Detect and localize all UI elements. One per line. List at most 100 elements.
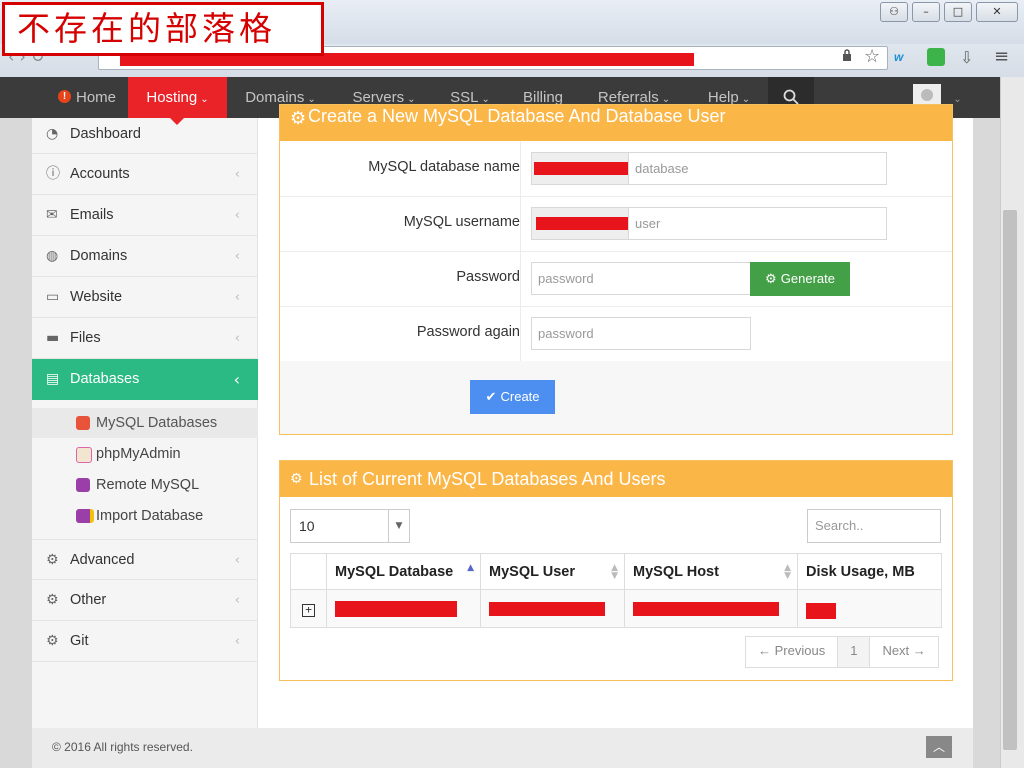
db-name-row: MySQL database name database	[280, 141, 952, 197]
scroll-to-top-button[interactable]: ︿	[926, 736, 952, 758]
sidebar-subitem-phpmyadmin[interactable]: phpMyAdmin	[32, 439, 258, 469]
browser-menu-icon[interactable]: ≡	[994, 46, 1009, 67]
sort-icon: ▲ ▼	[784, 563, 791, 581]
sidebar-item-website[interactable]: ▭ Website ‹	[32, 277, 258, 318]
password-row: Password password	[280, 251, 952, 307]
search-icon	[783, 89, 799, 105]
maximize-button[interactable]: □	[944, 2, 972, 22]
envelope-icon: ✉	[46, 207, 58, 223]
column-header-disk-usage[interactable]: Disk Usage, MB	[797, 553, 942, 590]
bookmark-star-icon[interactable]: ☆	[864, 46, 880, 67]
pagination-previous[interactable]: ← Previous	[746, 637, 839, 667]
page-size-select[interactable]: 10 ▼	[290, 509, 410, 543]
chevron-left-icon: ‹	[234, 208, 240, 223]
scrollbar-thumb[interactable]	[1003, 210, 1017, 750]
chevron-left-icon: ‹	[233, 370, 240, 389]
database-list-panel: ⚙ List of Current MySQL Databases And Us…	[279, 460, 953, 681]
generate-button[interactable]: ⚙ Generate	[750, 262, 850, 296]
gears-icon: ⚙	[46, 552, 59, 568]
create-panel-title: Create a New MySQL Database And Database…	[308, 106, 726, 126]
window-controls: ⚇ – □ ✕	[880, 2, 1018, 22]
chevron-left-icon: ‹	[234, 167, 240, 182]
column-header-mysql-user[interactable]: MySQL User ▲ ▼	[480, 553, 625, 590]
gear-icon: ⚙	[765, 272, 781, 287]
db-name-label: MySQL database name	[368, 159, 520, 175]
username-label: MySQL username	[403, 214, 520, 230]
sidebar-subitem-mysql-databases[interactable]: MySQL Databases	[32, 408, 258, 438]
password-input[interactable]: password	[531, 262, 751, 295]
sidebar-subitem-import-database[interactable]: Import Database	[32, 501, 258, 531]
chevron-left-icon: ‹	[234, 331, 240, 346]
chevron-down-icon: ⌄	[200, 94, 209, 105]
extension-green-icon[interactable]	[927, 48, 945, 66]
download-extension-icon[interactable]: ⇩	[960, 48, 973, 67]
username-row: MySQL username user	[280, 196, 952, 252]
prefix-redaction	[534, 162, 628, 175]
sidebar-item-git[interactable]: ⚙ Git ‹	[32, 621, 258, 662]
create-button[interactable]: ✔ Create	[470, 380, 555, 414]
database-import-icon	[76, 509, 94, 523]
extension-w-icon[interactable]: w	[894, 50, 903, 64]
username-input[interactable]: user	[628, 207, 887, 240]
archive-icon: ▤	[46, 371, 60, 387]
active-nav-pointer	[170, 118, 184, 125]
chevron-left-icon: ‹	[234, 634, 240, 649]
prefix-redaction	[536, 217, 628, 230]
chevron-up-icon: ︿	[932, 740, 945, 754]
close-button[interactable]: ✕	[976, 2, 1018, 22]
database-cell	[326, 589, 481, 628]
sidebar-item-domains[interactable]: ◍ Domains ‹	[32, 236, 258, 277]
minimize-button[interactable]: –	[912, 2, 940, 22]
sidebar: ◔ Dashboard ⓘ Accounts ‹ ✉ Emails ‹ ◍ Domains ‹…	[32, 118, 258, 728]
check-icon: ✔	[485, 390, 501, 405]
password-again-input[interactable]: password	[531, 317, 751, 350]
sort-icon: ▲ ▼	[611, 563, 618, 581]
phpmyadmin-icon	[76, 447, 92, 463]
user-icon[interactable]: ⚇	[880, 2, 908, 22]
gears-icon: ⚙	[290, 471, 303, 487]
expand-plus-icon[interactable]: +	[302, 603, 315, 617]
expand-column-header	[290, 553, 327, 590]
form-actions	[280, 361, 952, 434]
sidebar-item-databases[interactable]: ▤ Databases ‹	[32, 359, 258, 400]
host-cell	[624, 589, 798, 628]
folder-icon: ▬	[46, 330, 60, 346]
nav-home[interactable]: ! Home	[36, 77, 138, 118]
cell-redaction	[633, 601, 779, 616]
column-header-mysql-database[interactable]: MySQL Database ▲	[326, 553, 481, 590]
watermark-banner: 不存在的部落格	[2, 2, 324, 56]
caret-down-icon: ▼	[388, 510, 409, 542]
sidebar-item-other[interactable]: ⚙ Other ‹	[32, 580, 258, 621]
password-label: Password	[456, 269, 520, 285]
column-header-mysql-host[interactable]: MySQL Host ▲ ▼	[624, 553, 798, 590]
lock-icon	[842, 49, 852, 65]
table-row: +	[290, 589, 942, 628]
sidebar-item-accounts[interactable]: ⓘ Accounts ‹	[32, 154, 258, 195]
sidebar-item-files[interactable]: ▬ Files ‹	[32, 318, 258, 359]
sidebar-item-dashboard[interactable]: ◔ Dashboard	[32, 118, 258, 154]
db-name-input[interactable]: database	[628, 152, 887, 185]
pagination: ← Previous 1 Next →	[745, 636, 939, 668]
info-icon: ⓘ	[46, 166, 60, 182]
databases-table: MySQL Database ▲ MySQL User ▲ ▼ MySQL Hos…	[290, 553, 942, 628]
table-search-input[interactable]: Search..	[807, 509, 941, 543]
pagination-page[interactable]: 1	[838, 637, 871, 667]
chevron-left-icon: ‹	[234, 593, 240, 608]
sidebar-subitem-remote-mysql[interactable]: Remote MySQL	[32, 470, 258, 500]
user-cell	[480, 589, 625, 628]
expand-cell[interactable]: +	[290, 589, 327, 628]
sidebar-item-advanced[interactable]: ⚙ Advanced ‹	[32, 539, 258, 580]
dashboard-icon: ◔	[46, 126, 59, 142]
gears-icon: ⚙	[46, 633, 59, 649]
gear-icon: ⚙	[46, 592, 59, 608]
disk-usage-cell	[797, 589, 942, 628]
list-panel-title: List of Current MySQL Databases And User…	[309, 469, 666, 489]
monitor-icon: ▭	[46, 289, 60, 305]
nav-hosting[interactable]: Hosting ⌄	[128, 77, 227, 118]
chevron-left-icon: ‹	[234, 249, 240, 264]
sidebar-item-emails[interactable]: ✉ Emails ‹	[32, 195, 258, 236]
password-again-row: Password again password	[280, 306, 952, 362]
pagination-next[interactable]: Next →	[870, 637, 937, 667]
chevron-left-icon: ‹	[234, 553, 240, 568]
list-panel-header: ⚙ List of Current MySQL Databases And Us…	[280, 461, 952, 497]
